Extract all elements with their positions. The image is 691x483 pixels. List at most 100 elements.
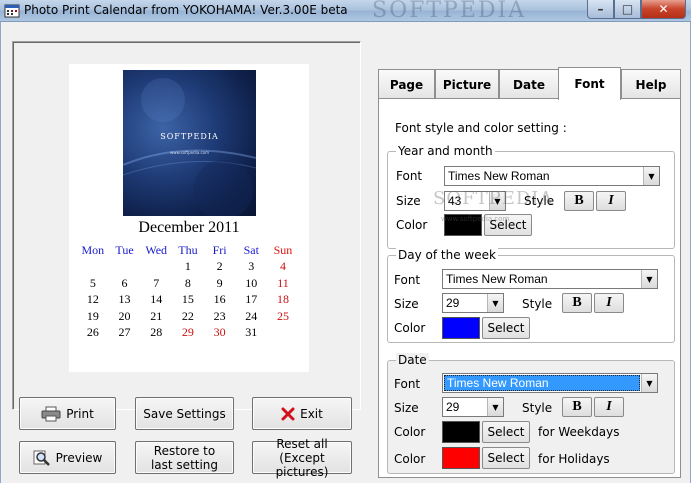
- calendar-day: 26: [86, 324, 99, 339]
- chevron-down-icon[interactable]: ▼: [641, 374, 657, 392]
- calendar-week-row: 1 2 3 4: [77, 259, 299, 275]
- date-weekday-color-label: Color: [394, 425, 426, 439]
- year-month-size-label: Size: [396, 194, 421, 208]
- day-of-week-size-value: 29: [446, 296, 460, 310]
- date-weekday-color-swatch: [442, 421, 480, 443]
- calendar-day: 24: [245, 308, 258, 323]
- calendar-day: [267, 325, 299, 341]
- weekday-header-row: Mon Tue Wed Thu Fri Sat Sun: [77, 243, 299, 259]
- reset-all-button[interactable]: Reset all (Except pictures): [252, 437, 352, 479]
- year-month-size-select[interactable]: 43 ▼: [444, 191, 506, 211]
- window-client-area: SOFTPEDIA www.softpedia.com December 201…: [0, 22, 691, 483]
- restore-label-line2: last setting: [150, 457, 219, 472]
- date-size-value: 29: [446, 400, 460, 414]
- calendar-week-row: 5 6 7 8 9 10 11: [77, 276, 299, 292]
- calendar-day: 11: [277, 275, 289, 290]
- chevron-down-icon[interactable]: ▼: [489, 192, 505, 210]
- exit-button[interactable]: Exit: [252, 397, 352, 430]
- day-of-week-size-select[interactable]: 29 ▼: [442, 293, 504, 313]
- date-weekday-color-select-button[interactable]: Select: [482, 421, 530, 443]
- date-group: Date Font Times New Roman ▼ Size 29 ▼ St…: [387, 353, 675, 474]
- calendar-day: 5: [89, 275, 96, 290]
- save-settings-button[interactable]: Save Settings: [135, 397, 234, 430]
- calendar-day: [140, 259, 172, 275]
- preview-button-label: Preview: [55, 450, 103, 465]
- chevron-down-icon[interactable]: ▼: [643, 167, 659, 185]
- calendar-day: 20: [118, 308, 131, 323]
- weekday-header: Sun: [273, 243, 293, 257]
- save-settings-label: Save Settings: [143, 406, 226, 421]
- date-font-label: Font: [394, 377, 421, 391]
- date-italic-button[interactable]: I: [594, 397, 624, 417]
- calendar-photo: SOFTPEDIA www.softpedia.com: [123, 70, 256, 216]
- date-style-label: Style: [522, 401, 553, 415]
- year-month-size-value: 43: [448, 194, 462, 208]
- date-font-value: Times New Roman: [444, 375, 640, 391]
- day-of-week-color-select-button[interactable]: Select: [482, 317, 530, 339]
- weekday-header: Thu: [178, 243, 198, 257]
- calendar-week-row: 12 13 14 15 16 17 18: [77, 292, 299, 308]
- minimize-button[interactable]: –: [587, 0, 614, 19]
- weekday-header: Sat: [243, 243, 259, 257]
- calendar-day: 8: [184, 275, 191, 290]
- calendar-grid: Mon Tue Wed Thu Fri Sat Sun 1 2 3 4 5 6 7 8 9 10 11 12 13 14…: [77, 243, 299, 341]
- calendar-day: 13: [118, 292, 131, 307]
- print-button[interactable]: Print: [19, 397, 116, 430]
- tab-help[interactable]: Help: [621, 69, 681, 99]
- calendar-day: 29: [181, 324, 194, 339]
- calendar-week-row: 19 20 21 22 23 24 25: [77, 309, 299, 325]
- day-of-week-color-label: Color: [394, 321, 426, 335]
- restore-last-setting-button[interactable]: Restore to last setting: [135, 441, 234, 474]
- maximize-button[interactable]: □: [614, 0, 641, 19]
- tab-font[interactable]: Font: [558, 67, 621, 100]
- day-of-week-color-swatch: [442, 317, 480, 339]
- chevron-down-icon[interactable]: ▼: [641, 270, 657, 288]
- day-of-week-font-select[interactable]: Times New Roman ▼: [442, 269, 658, 289]
- calendar-day: 12: [86, 292, 99, 307]
- chevron-down-icon[interactable]: ▼: [487, 398, 503, 416]
- tab-picture[interactable]: Picture: [435, 69, 499, 99]
- calendar-day: 3: [248, 259, 255, 274]
- title-bar[interactable]: Photo Print Calendar from YOKOHAMA! Ver.…: [0, 0, 691, 23]
- window-controls: – □ ✕: [587, 0, 686, 19]
- day-of-week-font-value: Times New Roman: [446, 272, 548, 286]
- date-holiday-color-select-button[interactable]: Select: [482, 447, 530, 469]
- calendar-day: 14: [150, 292, 163, 307]
- calendar-day: 30: [213, 324, 226, 339]
- calendar-day: 9: [216, 275, 223, 290]
- tab-font-label: Font: [574, 77, 605, 91]
- day-of-week-group-title: Day of the week: [396, 248, 498, 262]
- calendar-day: [77, 259, 109, 275]
- date-bold-button[interactable]: B: [562, 397, 592, 417]
- chevron-down-icon[interactable]: ▼: [487, 294, 503, 312]
- day-of-week-italic-button[interactable]: I: [594, 293, 624, 313]
- date-weekday-hint: for Weekdays: [538, 425, 620, 439]
- photo-subcaption: www.softpedia.com: [169, 150, 210, 155]
- tab-page[interactable]: Page: [378, 69, 435, 99]
- tab-date[interactable]: Date: [499, 69, 559, 99]
- day-of-week-bold-button[interactable]: B: [562, 293, 592, 313]
- calendar-preview-panel: SOFTPEDIA www.softpedia.com December 201…: [12, 41, 361, 410]
- app-icon: [4, 3, 20, 19]
- date-holiday-hint: for Holidays: [538, 452, 610, 466]
- calendar-day: 18: [276, 292, 289, 307]
- date-size-select[interactable]: 29 ▼: [442, 397, 504, 417]
- year-month-italic-button[interactable]: I: [596, 191, 626, 211]
- font-settings-panel: Font style and color setting : Year and …: [378, 98, 681, 478]
- year-month-bold-button[interactable]: B: [564, 191, 594, 211]
- preview-button[interactable]: Preview: [19, 441, 116, 474]
- calendar-month-title: December 2011: [138, 219, 240, 236]
- restore-label-line1: Restore to: [153, 443, 216, 458]
- calendar-day: 15: [181, 292, 194, 307]
- weekday-header: Wed: [145, 243, 168, 257]
- close-button[interactable]: ✕: [641, 0, 686, 19]
- year-month-font-select[interactable]: Times New Roman ▼: [444, 166, 660, 186]
- day-of-week-style-label: Style: [522, 297, 553, 311]
- calendar-day: 22: [181, 308, 194, 323]
- date-font-select[interactable]: Times New Roman ▼: [442, 373, 658, 393]
- calendar-day: 6: [121, 275, 128, 290]
- print-button-label: Print: [66, 406, 94, 421]
- calendar-day: 31: [245, 324, 258, 339]
- calendar-page: SOFTPEDIA www.softpedia.com December 201…: [69, 64, 309, 372]
- day-of-week-font-label: Font: [394, 273, 421, 287]
